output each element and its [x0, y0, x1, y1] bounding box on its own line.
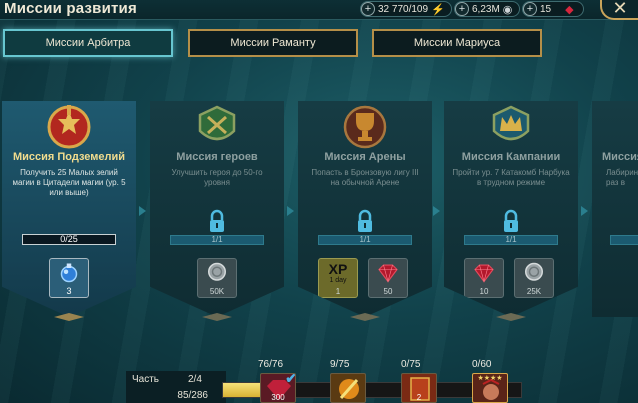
arena-trophy-icon [343, 105, 387, 149]
card-separator-arrow [581, 206, 588, 216]
close-button[interactable]: ✕ [600, 0, 638, 20]
heroes-emblem-icon [198, 105, 236, 141]
mission-title: Миссия героев [176, 151, 258, 163]
xp-duration: 1 day [329, 277, 347, 284]
card-ornament-icon [496, 313, 526, 321]
mission-progress-text: 1/1 [359, 235, 371, 244]
energy-value: 32 770/109 [378, 3, 429, 15]
part-value: 2/4 [188, 374, 202, 385]
part-label: Часть [132, 374, 160, 385]
milestone-reward-3[interactable]: 2 [401, 373, 437, 403]
mission-title: Миссия Подземелий [12, 151, 126, 163]
mission-description: Попасть в Бронзовую лигу III на обычной … [311, 168, 419, 187]
milestone-reward-4[interactable]: ★★★★ [472, 373, 508, 403]
silver-resource[interactable]: + 6,23M ◉ [454, 1, 520, 17]
mission-progress-text: 1/1 [211, 235, 223, 244]
ruby-resource[interactable]: + 15 ◆ [522, 1, 584, 17]
mission-description: Лабирин раз в [606, 168, 638, 187]
reward-slot[interactable]: 25K [514, 258, 554, 298]
reward-amount: 3 [66, 286, 72, 296]
tab-marius-missions[interactable]: Миссии Мариуса [372, 29, 542, 57]
milestone-label: 0/75 [401, 359, 421, 370]
points-value: 85/286 [177, 390, 208, 401]
reward-slot[interactable]: 10 [464, 258, 504, 298]
milestone-track-fill [223, 383, 261, 397]
mission-description: Получить 25 Малых зелий магии в Цитадели… [12, 168, 126, 197]
close-icon: ✕ [612, 0, 628, 18]
tab-ramantu-missions[interactable]: Миссии Раманту [188, 29, 358, 57]
reward-amount: 10 [479, 287, 489, 296]
mission-progress-text: 0/25 [60, 234, 78, 244]
ruby-gem-icon [378, 264, 398, 283]
mission-progress-bar [610, 235, 638, 245]
mission-title: Миссия [602, 151, 638, 163]
energy-resource[interactable]: + 32 770/109 ⚡ [360, 1, 452, 17]
milestone-label: 9/75 [330, 359, 350, 370]
ruby-value: 15 [540, 3, 552, 15]
mission-card-heroes[interactable]: Миссия героев Улучшить героя до 50-го ур… [150, 101, 284, 317]
stars-icon: ★★★★ [477, 375, 503, 382]
ruby-gem-icon [474, 264, 494, 283]
card-ornament-icon [350, 313, 380, 321]
campaign-crown-icon [492, 105, 530, 141]
top-bar: Миссии развития + 32 770/109 ⚡ + 6,23M ◉… [0, 0, 638, 20]
lock-icon [210, 209, 224, 232]
reward-amount: 1 [335, 287, 341, 296]
card-separator-arrow [139, 206, 146, 216]
tab-arbiter-missions[interactable]: Миссии Арбитра [3, 29, 173, 57]
milestone-label: 76/76 [258, 359, 284, 370]
mission-progress-bar: 0/25 [22, 234, 116, 245]
mission-description: Улучшить героя до 50-го уровня [171, 168, 263, 187]
mission-title: Миссия Кампании [461, 151, 561, 163]
reward-slot[interactable]: 50K [197, 258, 237, 298]
add-silver-button[interactable]: + [455, 2, 469, 16]
checkmark-icon: ✔ [285, 373, 296, 386]
lock-icon [358, 209, 372, 232]
reward-slot[interactable]: 3 [49, 258, 89, 298]
mission-title: Миссия Арены [324, 151, 406, 163]
reward-amount: 25K [526, 287, 542, 296]
mission-card-campaign[interactable]: Миссия Кампании Пройти ур. 7 Катакомб На… [444, 101, 578, 317]
reward-amount: 50 [383, 287, 393, 296]
add-energy-button[interactable]: + [361, 2, 375, 16]
silver-value: 6,23M [472, 3, 500, 15]
add-ruby-button[interactable]: + [523, 2, 537, 16]
mission-progress-text: 1/1 [505, 235, 517, 244]
reward-slot[interactable]: XP 1 day 1 [318, 258, 358, 298]
mission-card-partial[interactable]: Миссия Лабирин раз в [592, 101, 638, 317]
mission-card-dungeon[interactable]: Миссия Подземелий Получить 25 Малых зели… [2, 101, 136, 317]
mission-description: Пройти ур. 7 Катакомб Нарбука в трудном … [452, 168, 570, 187]
milestone-reward-1[interactable]: 300 ✔ [260, 373, 296, 403]
mission-card-arena[interactable]: Миссия Арены Попасть в Бронзовую лигу II… [298, 101, 432, 317]
dungeon-emblem-icon [47, 105, 91, 149]
mission-progress-bar: 1/1 [464, 235, 558, 245]
reward-slot[interactable]: 50 [368, 258, 408, 298]
fire-sword-icon [339, 379, 359, 399]
xp-boost-icon: XP [328, 261, 348, 277]
silver-coin-icon [208, 262, 226, 281]
milestone-count: 300 [271, 393, 285, 402]
magic-potion-icon [60, 263, 78, 283]
reward-amount: 50K [209, 287, 225, 296]
milestone-count: 2 [416, 393, 422, 402]
mission-progress-bar: 1/1 [318, 235, 412, 245]
milestone-reward-2[interactable] [330, 373, 366, 403]
card-ornament-icon [54, 313, 84, 321]
card-separator-arrow [287, 206, 294, 216]
milestone-label: 0/60 [472, 359, 492, 370]
lock-icon [504, 209, 518, 232]
ruby-gem-icon: ◆ [565, 3, 574, 16]
silver-coins-icon: ◉ [502, 3, 513, 16]
mission-progress-bar: 1/1 [170, 235, 264, 245]
energy-bolt-icon: ⚡ [431, 3, 445, 16]
card-ornament-icon [202, 313, 232, 321]
page-title: Миссии развития [4, 0, 137, 17]
card-separator-arrow [433, 206, 440, 216]
silver-coin-icon [525, 262, 543, 281]
